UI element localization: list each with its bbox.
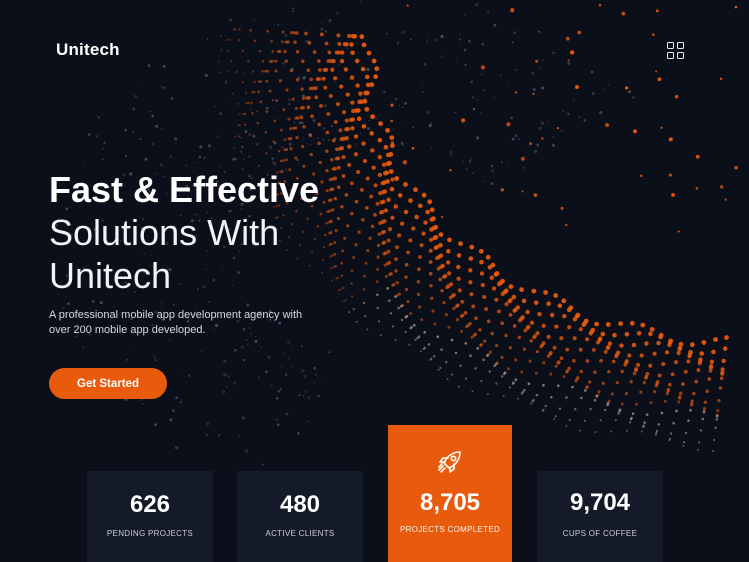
stat-card-pending: 626 PENDING PROJECTS [87,471,213,562]
get-started-button[interactable]: Get Started [49,368,167,399]
stat-value: 8,705 [419,489,481,516]
stat-label: PROJECTS COMPLETED [399,525,501,534]
stat-card-clients: 480 ACTIVE CLIENTS [237,471,363,562]
stat-card-completed: 8,705 PROJECTS COMPLETED [388,425,512,562]
headline-line-3: Unitech [49,255,172,296]
stat-label: CUPS OF COFFEE [562,529,638,538]
stat-label: PENDING PROJECTS [106,529,194,538]
headline-line-2: Solutions With [49,212,280,253]
brand-logo[interactable]: Unitech [56,40,120,60]
stat-value: 480 [279,491,321,518]
grid-menu-icon[interactable] [667,42,685,60]
stat-value: 9,704 [569,489,631,516]
stat-value: 626 [129,491,171,518]
hero-headline: Fast & Effective Solutions With Unitech [49,168,369,297]
hero-description: A professional mobile app development ag… [49,309,303,336]
headline-bold-line: Fast & Effective [49,169,320,210]
stat-label: ACTIVE CLIENTS [265,529,335,538]
rocket-icon [438,451,461,473]
stat-card-coffee: 9,704 CUPS OF COFFEE [537,471,663,562]
